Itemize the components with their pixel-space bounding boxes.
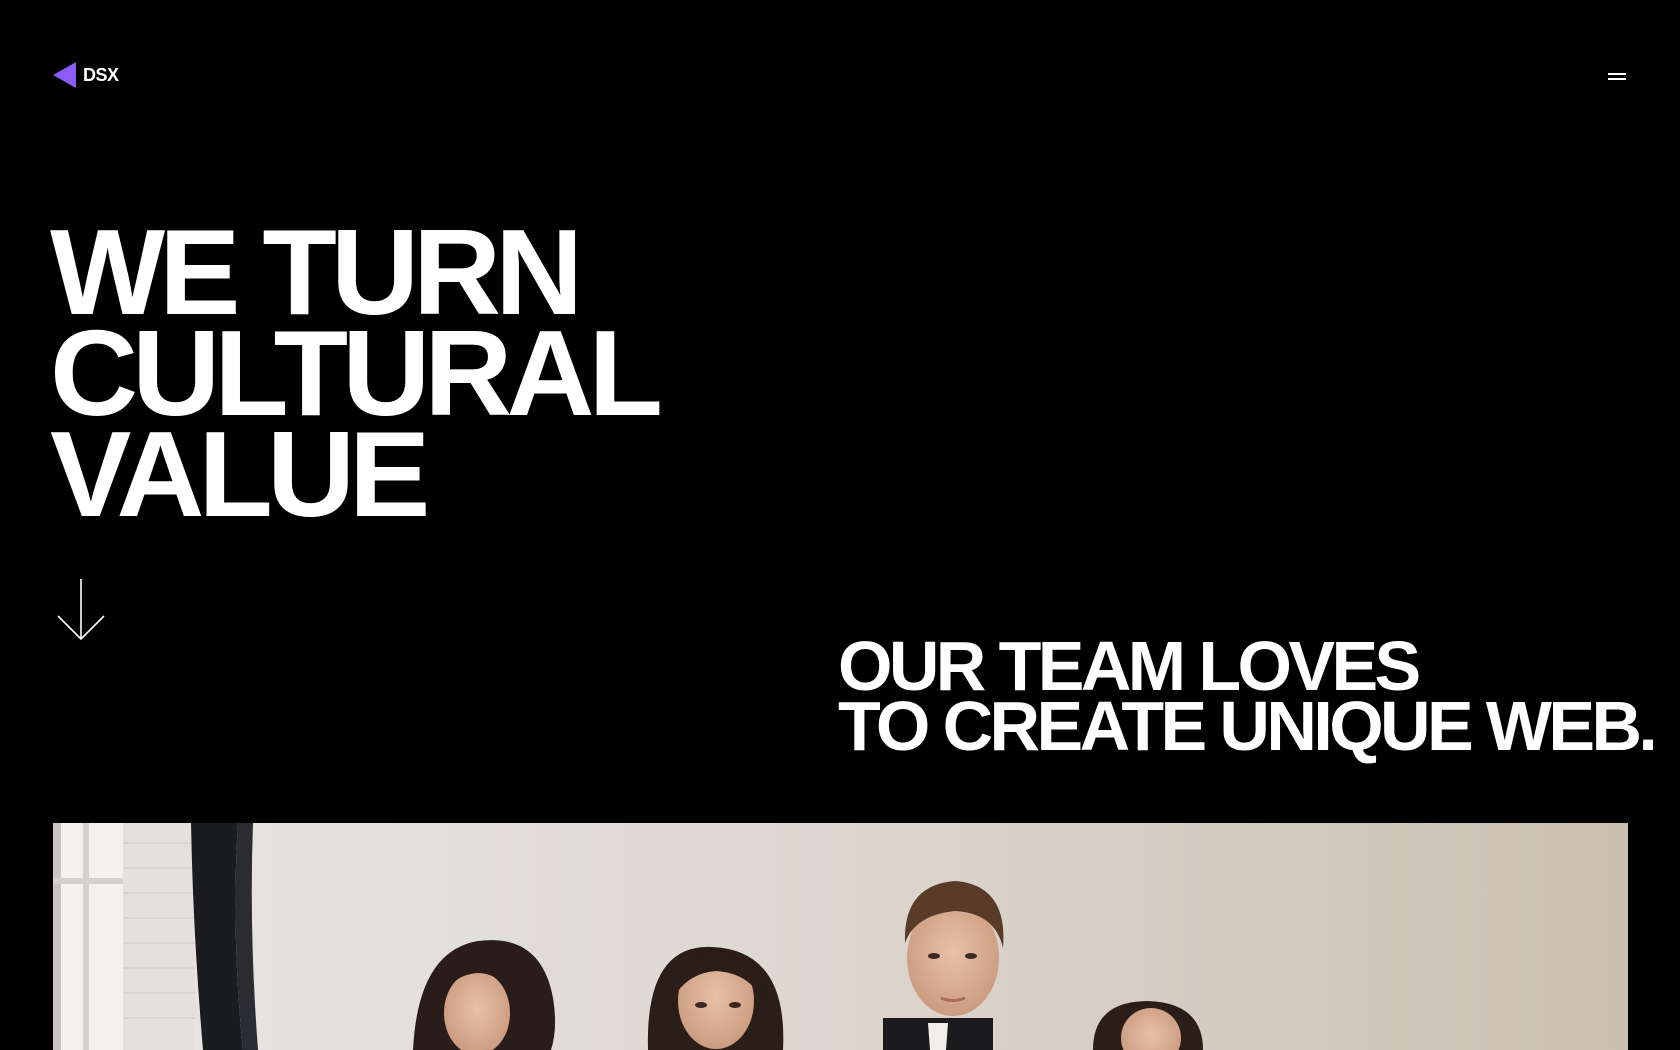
team-photo bbox=[53, 823, 1628, 1050]
page: DSX WE TURN CULTURAL VALUE OUR TEAM LOVE… bbox=[0, 0, 1680, 1050]
tagline: OUR TEAM LOVES TO CREATE UNIQUE WEB. bbox=[838, 631, 1658, 765]
arrow-down-icon[interactable] bbox=[56, 578, 106, 642]
team-photo-illustration bbox=[53, 823, 1628, 1050]
logo-link[interactable]: DSX bbox=[53, 62, 119, 88]
hero-title: WE TURN CULTURAL VALUE bbox=[50, 211, 663, 535]
hamburger-menu-icon[interactable] bbox=[1606, 66, 1628, 88]
logo-triangle-icon bbox=[53, 62, 76, 88]
tagline-line: TO CREATE UNIQUE WEB. bbox=[838, 687, 1658, 765]
logo-text: DSX bbox=[83, 65, 119, 85]
